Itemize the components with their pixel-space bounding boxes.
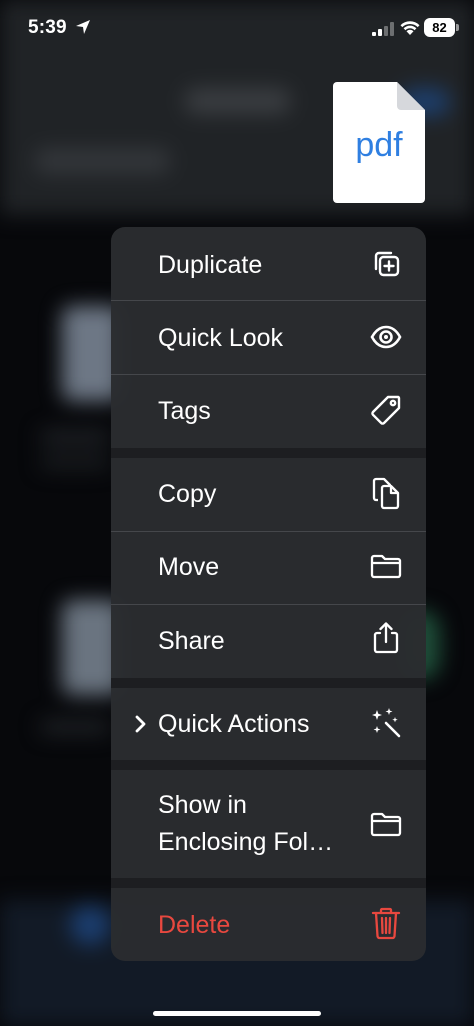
pdf-label: pdf [355,126,403,164]
home-indicator[interactable] [153,1011,321,1016]
battery-indicator: 82 [424,18,455,37]
context-menu: Duplicate Quick Look Tags Copy Move Shar… [111,227,426,961]
duplicate-icon [374,251,400,277]
menu-item-label: Duplicate [158,251,263,279]
folder-icon [370,812,402,837]
folder-icon [370,554,402,579]
menu-item-label-line1: Show in [158,791,247,819]
chevron-right-icon [135,715,146,733]
menu-section-gap [111,760,426,770]
eye-icon [370,325,402,349]
status-time: 5:39 [28,17,67,38]
copy-icon [372,477,400,510]
menu-item-label: Quick Actions [158,710,310,738]
menu-item-label: Delete [158,911,231,939]
menu-section-gap [111,678,426,688]
menu-item-label: Move [158,553,220,581]
menu-item-label: Copy [158,480,217,508]
menu-item-show-in-enclosing-folder[interactable]: Show in Enclosing Fol… [111,770,426,878]
trash-icon [371,907,401,940]
status-bar: 5:39 82 [0,0,474,56]
menu-item-label: Quick Look [158,324,284,352]
tag-icon [371,395,401,425]
menu-item-label: Share [158,627,225,655]
menu-section-gap [111,878,426,888]
menu-item-label-line2: Enclosing Fol… [158,828,334,856]
wifi-icon [400,21,420,35]
menu-item-tags[interactable]: Tags [111,375,426,448]
pdf-file-thumbnail: pdf [333,82,425,203]
menu-item-quick-actions[interactable]: Quick Actions [111,688,426,760]
share-icon [373,622,399,654]
battery-tip [456,24,459,31]
menu-item-copy[interactable]: Copy [111,458,426,531]
menu-item-move[interactable]: Move [111,532,426,604]
menu-item-duplicate[interactable]: Duplicate [111,227,426,300]
menu-section-gap [111,448,426,458]
battery-level: 82 [432,20,447,35]
menu-item-share[interactable]: Share [111,605,426,678]
cellular-signal-icon [372,22,394,36]
location-arrow-icon [76,20,90,34]
sparkles-wand-icon [372,708,401,738]
menu-item-quick-look[interactable]: Quick Look [111,301,426,374]
menu-item-delete[interactable]: Delete [111,888,426,961]
menu-item-label: Tags [158,397,211,425]
